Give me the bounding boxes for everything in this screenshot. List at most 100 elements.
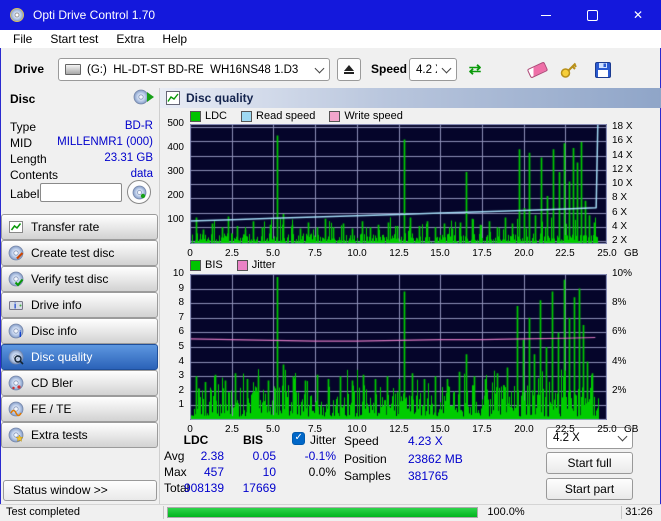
create-test-disc-icon bbox=[8, 245, 24, 261]
axis-tick-label: 22.5 bbox=[555, 248, 575, 259]
fe-te-icon bbox=[8, 401, 24, 417]
menu-help[interactable]: Help bbox=[153, 30, 196, 48]
axis-tick-label: GB bbox=[624, 248, 639, 259]
bis-column-header: BIS bbox=[242, 433, 263, 447]
axis-tick-label: 10 X bbox=[612, 178, 633, 189]
sidebar-item-label: Disc info bbox=[31, 324, 78, 338]
license-key-button[interactable] bbox=[556, 57, 582, 82]
axis-tick-label: 5 bbox=[178, 341, 184, 352]
axis-tick-label: 2 X bbox=[612, 235, 628, 246]
legend-label: Jitter bbox=[251, 259, 276, 271]
extra-tests-icon bbox=[8, 427, 24, 443]
sidebar-item-verify-test-disc[interactable]: Verify test disc bbox=[1, 266, 158, 292]
app-icon bbox=[9, 7, 25, 23]
axis-tick-label: 20.0 bbox=[514, 248, 534, 259]
axis-tick-label: 1 bbox=[178, 399, 184, 410]
axis-tick-label: 9 bbox=[178, 283, 184, 294]
sidebar-item-label: Create test disc bbox=[31, 246, 115, 260]
status-window-button[interactable]: Status window >> bbox=[3, 480, 157, 501]
statusbar-separator bbox=[163, 506, 164, 519]
axis-tick-label: 6 bbox=[178, 326, 184, 337]
menu-start-test[interactable]: Start test bbox=[41, 30, 107, 48]
close-button[interactable]: ✕ bbox=[615, 0, 661, 30]
menu-extra[interactable]: Extra bbox=[107, 30, 153, 48]
axis-tick-label: 12 X bbox=[612, 164, 633, 175]
disc-quality-header: Disc quality bbox=[160, 88, 661, 108]
sidebar-item-cd-bler[interactable]: CD Bler bbox=[1, 370, 158, 396]
save-results-button[interactable] bbox=[590, 57, 616, 82]
erase-disc-button[interactable] bbox=[524, 57, 550, 82]
disc-type-label: Type bbox=[10, 120, 37, 134]
axis-tick-label: 10 bbox=[172, 268, 184, 279]
disc-label-label: Label bbox=[10, 187, 40, 201]
drive-select[interactable]: (G:) HL-DT-ST BD-RE WH16NS48 1.D3 bbox=[58, 58, 330, 81]
axis-tick-label: 200 bbox=[167, 190, 184, 201]
disc-label-button[interactable] bbox=[127, 180, 151, 204]
disc-label-input[interactable] bbox=[40, 183, 122, 202]
axis-tick-label: 2% bbox=[612, 385, 627, 396]
sidebar-item-fe-te[interactable]: FE / TE bbox=[1, 396, 158, 422]
chevron-down-icon bbox=[314, 63, 325, 73]
axis-tick-label: 12.5 bbox=[389, 424, 409, 435]
maximize-button[interactable] bbox=[569, 0, 615, 30]
axis-tick-label: 8 X bbox=[612, 192, 628, 203]
start-full-button[interactable]: Start full bbox=[546, 452, 633, 474]
axis-tick-label: 500 bbox=[167, 118, 184, 129]
disc-mid-value: MILLENMR1 (000) bbox=[57, 136, 153, 148]
axis-tick-label: 7.5 bbox=[308, 248, 322, 259]
axis-tick-label: GB bbox=[624, 424, 639, 435]
axis-tick-label: 2.5 bbox=[225, 248, 239, 259]
axis-tick-label: 4 bbox=[178, 356, 184, 367]
disc-length-value: 23.31 GB bbox=[104, 152, 153, 164]
axis-tick-label: 6% bbox=[612, 326, 627, 337]
ldc-column-header: LDC bbox=[183, 433, 209, 447]
sidebar-item-disc-info[interactable]: i Disc info bbox=[1, 318, 158, 344]
window-controls: ✕ bbox=[523, 0, 661, 30]
axis-tick-label: 17.5 bbox=[472, 424, 492, 435]
close-icon: ✕ bbox=[632, 8, 644, 22]
speed-select[interactable]: 4.2 X bbox=[409, 58, 457, 81]
axis-tick-label: 10% bbox=[612, 268, 633, 279]
sidebar-item-extra-tests[interactable]: Extra tests bbox=[1, 422, 158, 448]
refresh-speeds-icon: ⇄ bbox=[468, 61, 482, 78]
minimize-button[interactable] bbox=[523, 0, 569, 30]
verify-test-disc-icon bbox=[8, 271, 24, 287]
axis-tick-label: 100 bbox=[167, 214, 184, 225]
ldc-read-speed-chart bbox=[190, 124, 607, 244]
sidebar-item-transfer-rate[interactable]: Transfer rate bbox=[1, 214, 158, 240]
avg-ldc-value: 2.38 bbox=[200, 449, 224, 463]
key-icon bbox=[560, 62, 577, 78]
menu-file[interactable]: File bbox=[4, 30, 41, 48]
status-text: Test completed bbox=[6, 506, 80, 518]
axis-tick-label: 3 bbox=[178, 370, 184, 381]
disc-insert-icon bbox=[132, 88, 156, 109]
max-bis-value: 10 bbox=[262, 465, 276, 479]
disc-label-icon bbox=[132, 185, 146, 199]
progress-percent: 100.0% bbox=[487, 506, 525, 518]
elapsed-time: 31:26 bbox=[625, 506, 653, 518]
axis-tick-label: 5.0 bbox=[266, 424, 280, 435]
menu-bar: File Start test Extra Help bbox=[0, 30, 661, 48]
axis-tick-label: 25.0 bbox=[597, 248, 617, 259]
eject-icon bbox=[344, 64, 354, 71]
axis-tick-label: 400 bbox=[167, 142, 184, 153]
axis-tick-label: 12.5 bbox=[389, 248, 409, 259]
legend-label: BIS bbox=[205, 259, 223, 271]
start-part-button[interactable]: Start part bbox=[546, 478, 633, 500]
transfer-rate-icon bbox=[8, 219, 24, 235]
sidebar-item-label: Transfer rate bbox=[31, 220, 100, 234]
sidebar-item-create-test-disc[interactable]: Create test disc bbox=[1, 240, 158, 266]
position-row-value: 23862 MB bbox=[408, 452, 463, 466]
refresh-speeds-button[interactable]: ⇄ bbox=[462, 56, 488, 82]
sidebar-item-drive-info[interactable]: i Drive info bbox=[1, 292, 158, 318]
axis-tick-label: 22.5 bbox=[555, 424, 575, 435]
window-title: Opti Drive Control 1.70 bbox=[33, 8, 156, 22]
axis-tick-label: 14 X bbox=[612, 150, 633, 161]
ldc-chart-legend: LDC Read speed Write speed bbox=[190, 110, 403, 122]
maximize-icon bbox=[586, 9, 598, 21]
eject-button[interactable] bbox=[337, 58, 361, 81]
axis-tick-label: 15.0 bbox=[430, 248, 450, 259]
sidebar-item-label: Extra tests bbox=[31, 428, 88, 442]
disc-panel-header: Disc bbox=[10, 92, 36, 106]
sidebar-item-disc-quality[interactable]: Disc quality bbox=[1, 344, 158, 370]
